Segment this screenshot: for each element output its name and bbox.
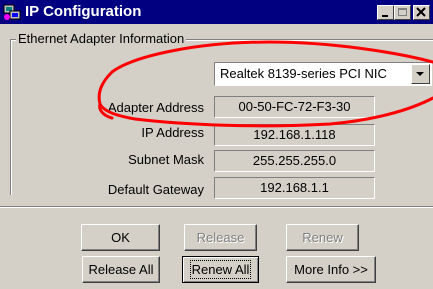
ip-address-label: IP Address [141,125,204,140]
group-label: Ethernet Adapter Information [16,31,187,46]
release-button[interactable]: Release [184,224,257,251]
ip-address-value: 192.168.1.118 [214,124,375,146]
adapter-address-label: Adapter Address [107,100,204,115]
divider-highlight [0,207,433,208]
more-info-button[interactable]: More Info >> [286,256,376,283]
dropdown-arrow-icon[interactable] [411,64,430,84]
renew-all-button[interactable]: Renew All [182,256,259,283]
window-title: IP Configuration [25,3,142,20]
default-gateway-label: Default Gateway [107,182,204,197]
default-gateway-value: 192.168.1.1 [214,177,375,199]
renew-button[interactable]: Renew [286,224,359,251]
subnet-mask-value: 255.255.255.0 [214,150,375,172]
network-config-icon[interactable] [3,3,21,21]
renew-all-label: Renew All [189,260,252,279]
adapter-select[interactable]: Realtek 8139-series PCI NIC [214,62,432,86]
adapter-address-value: 00-50-FC-72-F3-30 [214,96,375,118]
ok-button[interactable]: OK [81,224,160,251]
release-all-button[interactable]: Release All [82,256,160,283]
title-bar[interactable]: IP Configuration [0,0,433,24]
subnet-mask-label: Subnet Mask [128,152,204,167]
maximize-icon[interactable] [394,5,411,20]
close-icon[interactable] [413,5,430,20]
minimize-icon[interactable] [377,5,394,20]
adapter-select-value: Realtek 8139-series PCI NIC [220,66,387,81]
